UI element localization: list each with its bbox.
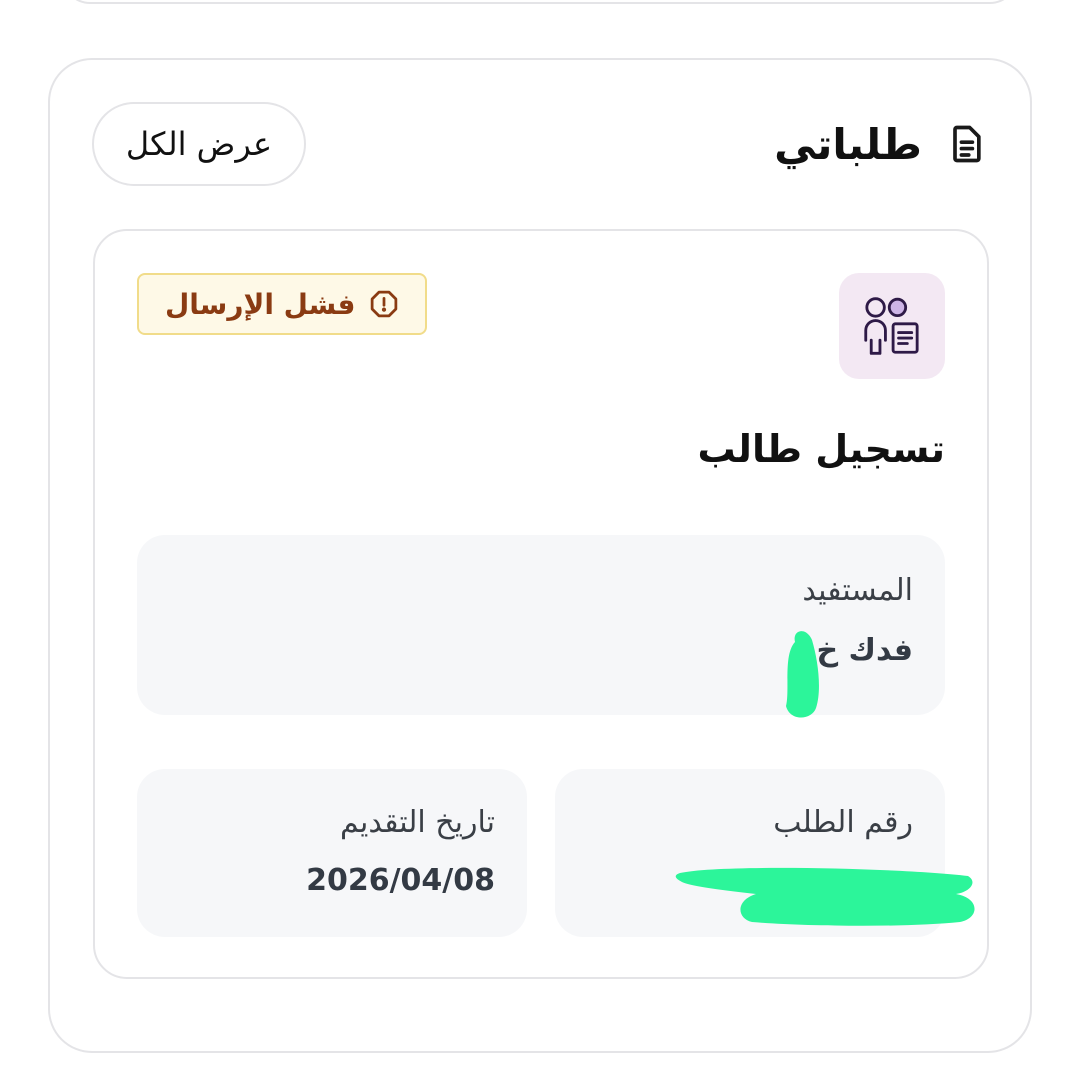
request-number-label: رقم الطلب — [773, 805, 913, 840]
beneficiary-box: المستفيد فدك خ — [137, 535, 945, 715]
request-number-box: رقم الطلب ... — [555, 769, 945, 937]
submission-date-label: تاريخ التقديم — [340, 805, 495, 840]
beneficiary-label: المستفيد — [802, 573, 913, 608]
status-label: فشل الإرسال — [165, 287, 356, 321]
previous-card-edge — [62, 0, 1018, 4]
warning-octagon-icon — [369, 289, 399, 319]
request-card[interactable]: فشل الإرسال تسجيل طالب المستفيد فدك خ رق… — [93, 229, 989, 979]
submission-date-box: تاريخ التقديم 2026/04/08 — [137, 769, 527, 937]
view-all-button[interactable]: عرض الكل — [92, 102, 306, 186]
document-icon — [944, 122, 988, 166]
request-title: تسجيل طالب — [697, 427, 945, 471]
beneficiary-value: فدك خ — [816, 633, 913, 668]
panel-title-group: طلباتي — [774, 120, 988, 169]
request-number-value: ... — [878, 863, 913, 898]
student-registration-icon — [839, 273, 945, 379]
my-requests-panel: طلباتي عرض الكل فشل الإرسال تسجيل طالب ا… — [48, 58, 1032, 1053]
page-title: طلباتي — [774, 119, 922, 169]
panel-header: طلباتي عرض الكل — [92, 102, 988, 186]
status-badge: فشل الإرسال — [137, 273, 428, 335]
submission-date-value: 2026/04/08 — [306, 863, 495, 898]
